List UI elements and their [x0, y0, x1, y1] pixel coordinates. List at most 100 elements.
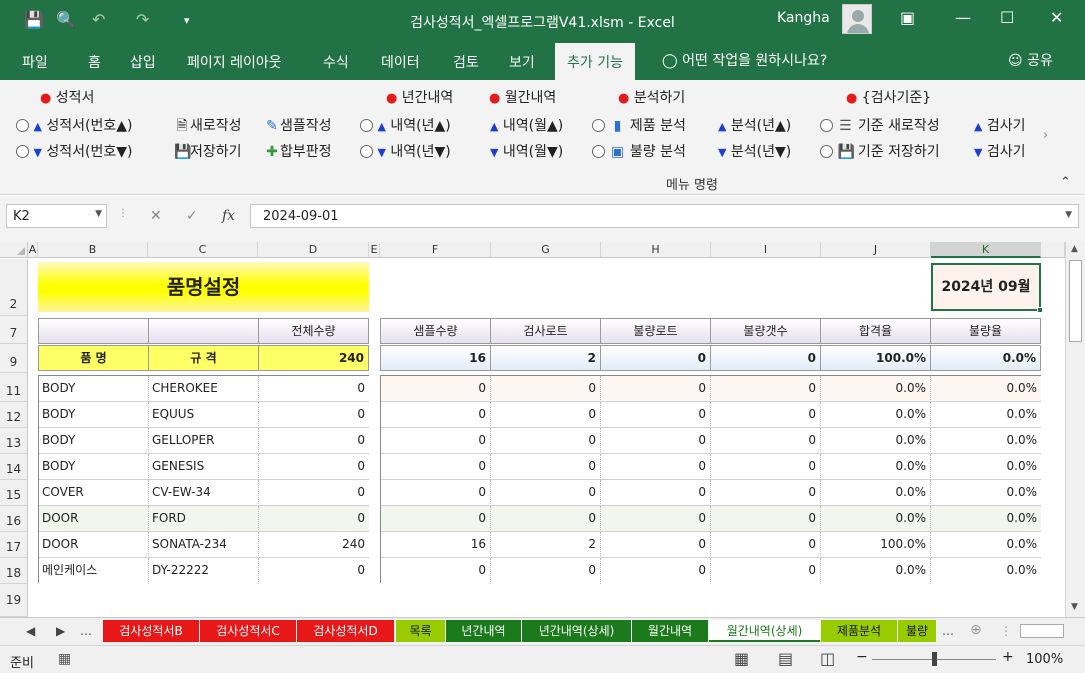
row-header-7[interactable]: 7 — [0, 316, 28, 344]
sheet-tab[interactable]: 검사성적서B — [103, 620, 199, 642]
vertical-scrollbar[interactable]: ▲ ▼ — [1065, 242, 1085, 617]
col-header-i[interactable]: I — [711, 242, 821, 258]
row-header-2[interactable]: 2 — [0, 259, 28, 316]
cell-item-sample[interactable]: 0 — [381, 454, 491, 480]
defect-analysis-button[interactable]: ▣ 불량 분석 — [592, 141, 686, 161]
summary-defect-count[interactable]: 0 — [710, 345, 821, 371]
cell-item-lot[interactable]: 0 — [491, 454, 601, 480]
cell-item-lot[interactable]: 0 — [491, 376, 601, 402]
cell-item-lot-defect[interactable]: 0 — [601, 402, 711, 428]
cell-item-lot-defect[interactable]: 0 — [601, 454, 711, 480]
row-header-14[interactable]: 14 — [0, 454, 28, 480]
cell-item-defect[interactable]: 0 — [711, 506, 821, 532]
sheet-tab[interactable]: 월간내역(상세) — [709, 620, 820, 642]
cell-item-name[interactable]: 메인케이스 — [39, 558, 149, 584]
cell-item-spec[interactable]: DY-22222 — [149, 558, 259, 584]
cell-item-sample[interactable]: 0 — [381, 402, 491, 428]
cell-item-total[interactable]: 240 — [259, 532, 369, 558]
user-name[interactable]: Kangha — [777, 10, 830, 26]
year-down-button[interactable]: ▼ 내역(년▼) — [360, 141, 451, 161]
page-break-view-icon[interactable]: ◫ — [820, 649, 835, 668]
row-header-11[interactable]: 11 — [0, 373, 28, 402]
tell-me-search[interactable]: ◯ 어떤 작업을 원하시나요? — [662, 50, 827, 70]
chevron-down-icon[interactable]: ▼ — [1065, 210, 1072, 220]
row-header-9[interactable]: 9 — [0, 344, 28, 373]
maximize-icon[interactable]: ☐ — [1000, 8, 1014, 27]
cell-item-name[interactable]: BODY — [39, 402, 149, 428]
col-header-h[interactable]: H — [601, 242, 711, 258]
cell-item-sample[interactable]: 0 — [381, 376, 491, 402]
sheet-tab[interactable]: 제품분석 — [821, 620, 897, 642]
header-blank-c[interactable] — [148, 318, 259, 344]
summary-sample-qty[interactable]: 16 — [380, 345, 491, 371]
cell-item-lot-defect[interactable]: 0 — [601, 558, 711, 584]
col-header-c[interactable]: C — [148, 242, 258, 258]
normal-view-icon[interactable]: ▦ — [734, 649, 749, 668]
selected-date-cell[interactable]: 2024년 09월 — [931, 263, 1043, 313]
cell-item-sample[interactable]: 0 — [381, 428, 491, 454]
save-report-button[interactable]: 💾저장하기 — [174, 141, 242, 161]
year-up-button[interactable]: ▲ 내역(년▲) — [360, 115, 451, 135]
radio-icon[interactable] — [820, 145, 833, 158]
cell-item-name[interactable]: COVER — [39, 480, 149, 506]
new-report-button[interactable]: 🗎 새로작성 — [174, 115, 241, 139]
row-header-16[interactable]: 16 — [0, 506, 28, 532]
cell-item-lot[interactable]: 0 — [491, 480, 601, 506]
cell-item-pass-rate[interactable]: 0.0% — [821, 402, 931, 428]
cell-item-total[interactable]: 0 — [259, 506, 369, 532]
month-up-button[interactable]: ▲ 내역(월▲) — [490, 115, 563, 135]
scroll-up-icon[interactable]: ▲ — [1071, 244, 1078, 254]
sheet-tab[interactable]: 월간내역 — [632, 620, 708, 642]
cell-item-pass-rate[interactable]: 0.0% — [821, 506, 931, 532]
cell-item-spec[interactable]: CV-EW-34 — [149, 480, 259, 506]
tab-more-right-icon[interactable]: … — [942, 624, 954, 638]
cell-item-sample[interactable]: 0 — [381, 506, 491, 532]
col-header-b[interactable]: B — [38, 242, 148, 258]
cell-item-lot-defect[interactable]: 0 — [601, 428, 711, 454]
cell-item-total[interactable]: 0 — [259, 376, 369, 402]
summary-total-qty[interactable]: 240 — [258, 345, 369, 371]
cell-item-defect-rate[interactable]: 0.0% — [931, 454, 1041, 480]
select-all-corner[interactable] — [0, 242, 28, 258]
product-analysis-button[interactable]: ▮ 제품 분석 — [592, 115, 686, 135]
tab-data[interactable]: 데이터 — [381, 52, 420, 72]
tab-formulas[interactable]: 수식 — [323, 52, 349, 72]
cell-item-lot[interactable]: 2 — [491, 532, 601, 558]
cell-item-defect-rate[interactable]: 0.0% — [931, 558, 1041, 584]
cell-item-lot[interactable]: 0 — [491, 558, 601, 584]
cell-item-defect[interactable]: 0 — [711, 454, 821, 480]
cell-item-sample[interactable]: 16 — [381, 532, 491, 558]
criteria-more-down-button[interactable]: ▼ 검사기 — [974, 141, 1044, 161]
cell-item-pass-rate[interactable]: 0.0% — [821, 454, 931, 480]
add-sheet-icon[interactable]: ⊕ — [970, 622, 982, 638]
name-box[interactable]: K2 ▼ — [6, 204, 107, 228]
scroll-down-icon[interactable]: ▼ — [1071, 602, 1078, 612]
col-header-e[interactable]: E — [369, 242, 380, 258]
tab-review[interactable]: 검토 — [453, 52, 479, 72]
cell-item-defect-rate[interactable]: 0.0% — [931, 376, 1041, 402]
cell-item-name[interactable]: BODY — [39, 454, 149, 480]
pass-fail-button[interactable]: ✚ 합부판정 — [264, 141, 331, 161]
close-icon[interactable]: ✕ — [1050, 8, 1063, 27]
cell-item-lot-defect[interactable]: 0 — [601, 376, 711, 402]
row-header-19[interactable]: 19 — [0, 584, 28, 617]
col-header-j[interactable]: J — [821, 242, 931, 258]
row-header-15[interactable]: 15 — [0, 480, 28, 506]
sheet-tab[interactable]: 년간내역(상세) — [522, 620, 631, 642]
cell-item-defect[interactable]: 0 — [711, 376, 821, 402]
tab-insert[interactable]: 삽입 — [130, 52, 156, 72]
zoom-out-icon[interactable]: − — [856, 649, 868, 665]
horizontal-scroll-mini[interactable] — [1020, 624, 1064, 638]
tab-home[interactable]: 홈 — [88, 52, 101, 72]
cell-item-total[interactable]: 0 — [259, 454, 369, 480]
row-header-12[interactable]: 12 — [0, 402, 28, 428]
radio-icon[interactable] — [592, 119, 605, 132]
cell-item-name[interactable]: BODY — [39, 428, 149, 454]
cell-item-pass-rate[interactable]: 0.0% — [821, 558, 931, 584]
cell-item-pass-rate[interactable]: 0.0% — [821, 428, 931, 454]
col-header-f[interactable]: F — [380, 242, 491, 258]
chevron-down-icon[interactable]: ▼ — [95, 209, 102, 219]
radio-icon[interactable] — [16, 119, 29, 132]
cell-item-total[interactable]: 0 — [259, 480, 369, 506]
enter-icon[interactable]: ✓ — [186, 208, 198, 224]
